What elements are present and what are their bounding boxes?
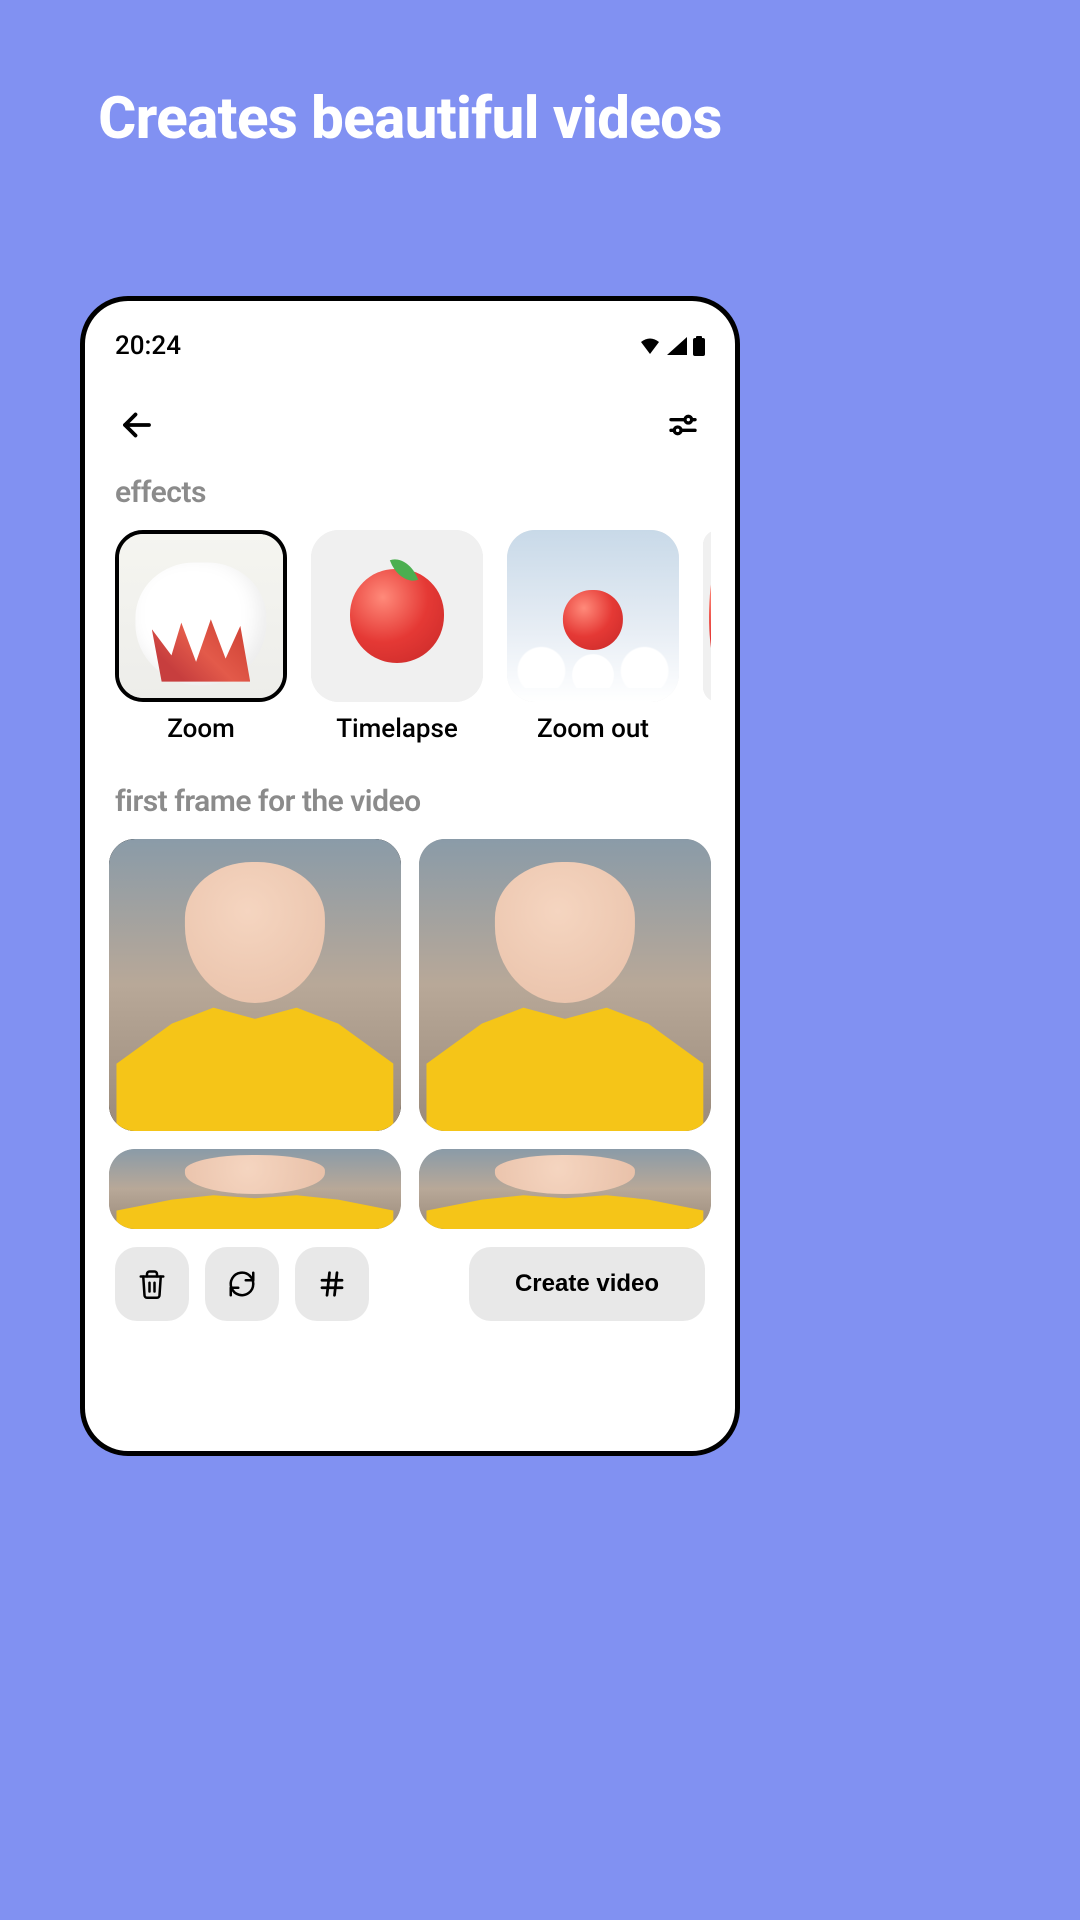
effect-thumbnail <box>311 530 483 702</box>
settings-button[interactable] <box>661 403 705 447</box>
refresh-icon <box>227 1269 257 1299</box>
bottom-toolbar: Create video <box>109 1247 711 1321</box>
frames-grid <box>109 839 711 1247</box>
frame-option[interactable] <box>419 1149 711 1229</box>
arrow-left-icon <box>119 407 155 443</box>
frames-section-title: first frame for the video <box>109 744 711 839</box>
status-time: 20:24 <box>115 331 181 361</box>
delete-button[interactable] <box>115 1247 189 1321</box>
frame-option[interactable] <box>419 839 711 1131</box>
effect-item-timelapse[interactable]: Timelapse <box>311 530 483 744</box>
effect-item-more[interactable] <box>703 530 711 744</box>
phone-mockup: 20:24 effects Zoom Timelapse Zoom out <box>80 296 740 1456</box>
trash-icon <box>137 1269 167 1299</box>
effect-label: Zoom <box>167 714 235 744</box>
back-button[interactable] <box>115 403 159 447</box>
status-icons <box>639 336 705 356</box>
effect-thumbnail <box>507 530 679 702</box>
effect-item-zoom-out[interactable]: Zoom out <box>507 530 679 744</box>
effects-list[interactable]: Zoom Timelapse Zoom out <box>109 530 711 744</box>
create-video-button[interactable]: Create video <box>469 1247 705 1321</box>
marketing-headline: Creates beautiful videos <box>0 0 820 193</box>
hashtag-button[interactable] <box>295 1247 369 1321</box>
frame-option[interactable] <box>109 839 401 1131</box>
effect-thumbnail <box>115 530 287 702</box>
signal-icon <box>667 337 687 355</box>
effect-label: Zoom out <box>537 714 649 744</box>
effect-label: Timelapse <box>336 714 458 744</box>
refresh-button[interactable] <box>205 1247 279 1321</box>
effects-section-title: effects <box>109 475 711 530</box>
battery-icon <box>693 336 705 356</box>
status-bar: 20:24 <box>109 331 711 379</box>
effect-thumbnail <box>703 530 711 702</box>
sliders-icon <box>667 409 699 441</box>
wifi-icon <box>639 337 661 355</box>
hash-icon <box>317 1269 347 1299</box>
effect-item-zoom[interactable]: Zoom <box>115 530 287 744</box>
frame-option[interactable] <box>109 1149 401 1229</box>
app-header <box>109 379 711 475</box>
